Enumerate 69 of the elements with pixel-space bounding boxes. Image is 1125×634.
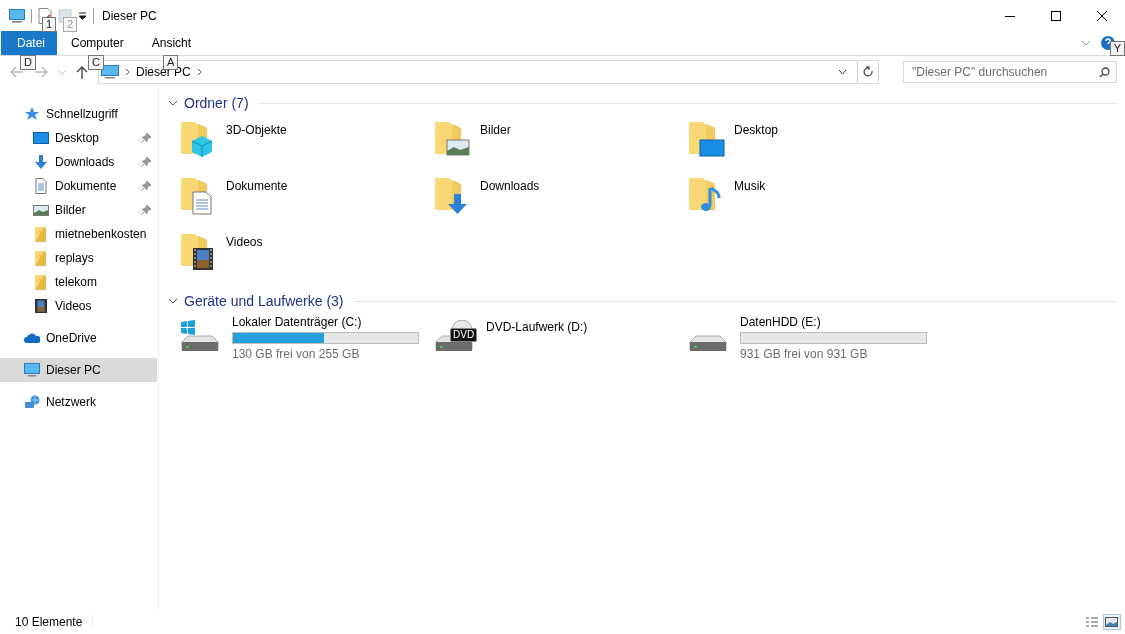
ribbon-tab[interactable]: Ansicht [137, 31, 206, 55]
keytip: A [163, 55, 179, 70]
window-title: Dieser PC [102, 8, 157, 23]
group-header[interactable]: Geräte und Laufwerke (3) [184, 293, 344, 309]
windows-drive-icon[interactable] [178, 320, 222, 354]
folder-icon [33, 274, 49, 290]
close-icon [1097, 10, 1107, 21]
document-icon [33, 178, 49, 194]
chevron-right-icon [125, 68, 130, 76]
group-header[interactable]: Ordner (7) [184, 95, 249, 111]
file-tab[interactable]: Datei [1, 31, 57, 55]
keytip: Y [1109, 41, 1125, 56]
sidebar-item[interactable]: telekom [0, 270, 157, 294]
free-space-text: 130 GB frei von 255 GB [232, 347, 361, 361]
drive-name[interactable]: DatenHDD (E:) [740, 315, 927, 329]
monitor-icon [24, 362, 40, 378]
sidebar-item[interactable]: Desktop [0, 126, 157, 150]
keytip: D [20, 55, 36, 70]
folder-name[interactable]: Musik [734, 174, 766, 193]
sidebar-item[interactable]: mietnebenkosten [0, 222, 157, 246]
search-icon [1099, 67, 1110, 78]
folder-icon [33, 250, 49, 266]
sidebar-item[interactable]: Dieser PC [0, 358, 157, 382]
sidebar-item[interactable]: Downloads [0, 150, 157, 174]
forward-arrow-icon[interactable] [34, 66, 48, 78]
search-field[interactable]: "Dieser PC" durchsuchen [903, 61, 1117, 83]
monitor-icon [33, 130, 49, 146]
large-icons-view-icon [1105, 616, 1119, 628]
down-arrow-icon [33, 154, 49, 170]
ribbon-tab[interactable]: Computer [57, 31, 138, 55]
refresh-icon [862, 66, 874, 78]
monitor-icon[interactable] [9, 8, 25, 23]
sidebar-item[interactable]: OneDrive [0, 326, 157, 350]
folder-name[interactable]: Dokumente [226, 174, 288, 193]
folder-name[interactable]: Downloads [480, 174, 540, 193]
free-space-text: 931 GB frei von 931 GB [740, 347, 869, 361]
chevron-right-icon [196, 68, 202, 76]
up-arrow-icon[interactable] [76, 65, 88, 79]
folder-name[interactable]: Desktop [734, 118, 779, 137]
folder-name[interactable]: 3D-Objekte [226, 118, 287, 137]
picture-icon [33, 202, 49, 218]
sidebar-item[interactable]: Videos [0, 294, 157, 318]
item-count: 10 Elemente [15, 615, 83, 629]
folder-name[interactable]: Bilder [480, 118, 511, 137]
film-icon [33, 298, 49, 314]
back-arrow-icon[interactable] [10, 66, 24, 78]
keytip: 2 [63, 17, 78, 32]
dropdown-icon[interactable] [78, 11, 87, 20]
chevron-down-icon[interactable] [168, 98, 178, 108]
chevron-down-icon[interactable] [168, 296, 178, 306]
folder-icon [33, 226, 49, 242]
drive-name[interactable]: DVD-Laufwerk (D:) [486, 320, 588, 334]
sidebar-item[interactable]: replays [0, 246, 157, 270]
drive-name[interactable]: Lokaler Datenträger (C:) [232, 315, 419, 329]
sidebar-item[interactable]: Bilder [0, 198, 157, 222]
folder-name[interactable]: Videos [226, 230, 263, 249]
sidebar-item[interactable]: Dokumente [0, 174, 157, 198]
chevron-down-icon [837, 69, 847, 75]
drive-label: DVD [450, 328, 478, 342]
maximize-icon [1051, 10, 1061, 21]
sidebar-item[interactable]: Netzwerk [0, 390, 157, 414]
star-icon [24, 106, 40, 122]
monitor-icon [101, 65, 119, 79]
view-button[interactable] [1103, 614, 1121, 630]
keytip: 1 [42, 17, 57, 32]
sidebar-item[interactable]: Schnellzugriff [0, 102, 157, 126]
keytip: C [88, 55, 104, 70]
details-view-icon [1085, 616, 1099, 628]
network-icon [24, 394, 40, 410]
